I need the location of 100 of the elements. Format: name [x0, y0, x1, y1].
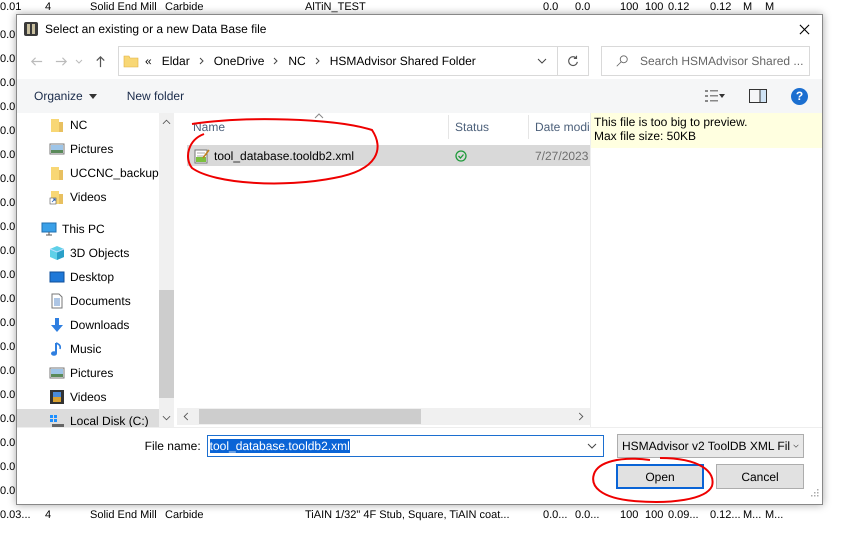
table-cell: 0.0 [0, 292, 16, 306]
sidebar-item[interactable]: Music [17, 337, 159, 361]
folder-icon [49, 117, 65, 133]
app-icon [23, 21, 39, 37]
computer-icon [41, 221, 57, 237]
film-icon [49, 389, 65, 405]
table-cell: 0.0... [543, 508, 568, 522]
table-cell: 0.03... [0, 508, 31, 522]
table-cell: 0.0 [0, 460, 16, 474]
column-header[interactable]: Date modi [529, 115, 590, 139]
pictures-icon [49, 365, 65, 381]
table-cell: AlTiN_TEST [305, 1, 366, 14]
table-cell: 1/32" 4F Stub, Square, TiAIN coat... [335, 508, 510, 522]
table-cell: 0.0 [0, 100, 16, 114]
resize-grip-icon[interactable] [811, 489, 819, 497]
sidebar-item[interactable]: Desktop [17, 265, 159, 289]
table-cell: 0.12 [668, 1, 690, 14]
caret-icon [88, 94, 97, 98]
overflow-marker[interactable]: « [145, 54, 152, 68]
table-cell: M [765, 1, 774, 14]
caret-icon[interactable] [587, 443, 597, 449]
sidebar-item[interactable]: Pictures [17, 137, 159, 161]
sidebar-item[interactable]: This PC [17, 217, 159, 241]
table-cell: 0.0 [0, 124, 16, 138]
file-name-field[interactable]: tool_database.tooldb2.xml [206, 435, 604, 457]
table-cell: 0.0 [0, 220, 16, 234]
table-cell: Carbide [165, 1, 204, 14]
refresh-icon [566, 54, 580, 68]
chevron-icon[interactable] [273, 57, 280, 65]
breadcrumb-link[interactable]: HSMAdvisor Shared Folder [330, 54, 476, 68]
desktop-icon [49, 269, 65, 285]
table-cell: 0.0 [0, 364, 16, 378]
sort-indicator-icon [314, 113, 324, 119]
table-cell: 0.0... [575, 508, 600, 522]
chevron-icon[interactable] [314, 57, 321, 65]
table-cell: 0.0 [543, 1, 558, 14]
file-name: tool_database.tooldb2.xml [214, 148, 354, 162]
sidebar-item[interactable]: Videos [17, 385, 159, 409]
sidebar-item[interactable]: Videos [17, 185, 159, 209]
sidebar-item[interactable]: UCCNC_backup [17, 161, 159, 185]
scroll-up-icon[interactable] [162, 119, 171, 125]
address-bar[interactable]: « Eldar OneDrive NC HSMAdvisor Shared Folder [118, 46, 589, 76]
cube-icon [49, 245, 65, 261]
xml-file-icon [194, 148, 210, 164]
table-cell: 0.0 [575, 1, 590, 14]
table-cell: 0.0 [0, 316, 16, 330]
table-cell: 100 [620, 508, 638, 522]
table-cell: 100 [645, 1, 664, 14]
sidebar-item[interactable]: 3D Objects [17, 241, 159, 265]
scrollbar[interactable] [177, 408, 590, 425]
folder-icon [49, 165, 65, 181]
scroll-left-icon[interactable] [183, 412, 189, 421]
table-cell: 0.0 [0, 172, 16, 186]
help-button[interactable]: ? [791, 88, 808, 104]
new-folder-button[interactable]: New folder [126, 89, 184, 103]
date-modified: 7/27/2023 [535, 148, 588, 162]
dialog-button[interactable]: Cancel [716, 464, 804, 489]
sidebar-item[interactable]: Downloads [17, 313, 159, 337]
table-cell: 0.0 [0, 412, 16, 426]
table-cell: 0.0 [0, 436, 16, 450]
dialog-button[interactable]: Open [616, 464, 704, 489]
table-cell: 0.0 [0, 484, 16, 498]
dialog-title: Select an existing or a new Data Base file [45, 22, 268, 36]
table-cell: TiAIN [305, 508, 332, 522]
breadcrumb-link[interactable]: OneDrive [214, 54, 264, 68]
breadcrumb-link[interactable]: NC [288, 54, 306, 68]
download-arrow-icon [49, 317, 65, 333]
table-cell: 0.0 [0, 76, 16, 90]
scrollbar[interactable] [159, 113, 174, 427]
breadcrumb-link[interactable]: Eldar [162, 54, 190, 68]
column-header[interactable]: Status [449, 115, 529, 139]
table-cell: 0.01 [0, 1, 22, 14]
caret-icon[interactable] [537, 57, 547, 65]
table-cell: M... [765, 508, 784, 522]
search-field[interactable]: Search HSMAdvisor Shared ... [601, 46, 810, 76]
table-cell: 100 [620, 1, 638, 14]
table-cell: M... [743, 508, 762, 522]
table-cell: 0.12 [710, 1, 732, 14]
scroll-right-icon[interactable] [578, 412, 584, 421]
table-cell: 0.0 [0, 340, 16, 354]
preview-pane-icon[interactable] [749, 89, 767, 103]
table-cell: 0.0 [0, 196, 16, 210]
close-icon[interactable] [799, 24, 810, 34]
table-cell: 0.0 [0, 28, 16, 42]
chevron-icon[interactable] [198, 57, 205, 65]
column-header[interactable]: Name [177, 115, 449, 139]
sidebar-item[interactable]: NC [17, 113, 159, 137]
table-cell: 100 [645, 508, 664, 522]
scroll-down-icon[interactable] [162, 415, 171, 421]
table-cell: 0.0 [0, 148, 16, 162]
view-options-icon[interactable] [705, 89, 725, 103]
organize-button[interactable]: Organize [34, 89, 97, 103]
sidebar-item[interactable]: Pictures [17, 361, 159, 385]
table-cell: Solid End Mill [90, 508, 157, 522]
file-type-dropdown[interactable]: HSMAdvisor v2 ToolDB XML Fil [617, 434, 804, 458]
preview-message: This file is too big to preview. Max file size: 50KB [591, 113, 822, 148]
table-cell: 0.0 [0, 268, 16, 282]
table-cell: 0.0 [0, 244, 16, 258]
file-row[interactable]: tool_database.tooldb2.xml 7/27/2023 [187, 145, 590, 166]
sidebar-item[interactable]: Documents [17, 289, 159, 313]
